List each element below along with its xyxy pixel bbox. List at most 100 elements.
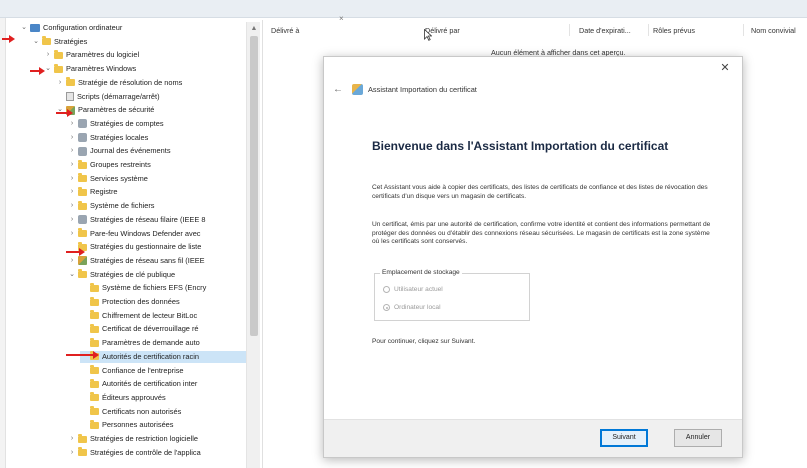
tree-item[interactable]: › Stratégies de restriction logicielle	[68, 433, 198, 445]
tree-item[interactable]: Scripts (démarrage/arrêt)	[56, 91, 160, 103]
chevron-down-icon[interactable]: ⌄	[56, 104, 64, 116]
tree-item[interactable]: Chiffrement de lecteur BitLoc	[80, 310, 197, 322]
back-arrow-icon[interactable]: ←	[333, 84, 343, 95]
tree-item[interactable]: › Services système	[68, 173, 148, 185]
tree-item[interactable]: ⌄ Paramètres Windows	[44, 63, 136, 75]
tree-item[interactable]: Personnes autorisées	[80, 419, 174, 431]
close-icon[interactable]: ✕	[718, 61, 732, 75]
tree-item-label: Stratégies de clé publique	[90, 269, 176, 279]
column-separator[interactable]	[743, 24, 744, 36]
chevron-down-icon[interactable]: ⌄	[44, 63, 52, 75]
column-header-friendly-name[interactable]: Nom convivial	[751, 26, 796, 35]
column-header-issued-to[interactable]: Délivré à	[271, 26, 299, 35]
tree-item[interactable]: Système de fichiers EFS (Encry	[80, 282, 206, 294]
tree-item[interactable]: ⌄ Stratégies	[32, 36, 87, 48]
tree-item[interactable]: Paramètres de demande auto	[80, 337, 200, 349]
tree-item-label: Autorités de certification racin	[102, 351, 199, 361]
radio-button[interactable]	[383, 286, 390, 293]
column-separator[interactable]	[569, 24, 570, 36]
tree-item[interactable]: › Stratégies locales	[68, 132, 148, 144]
radio-current-user[interactable]: Utilisateur actuel	[383, 286, 443, 293]
chevron-right-icon[interactable]: ›	[68, 200, 76, 212]
left-edge-bar	[0, 18, 6, 468]
tree-item[interactable]: › Stratégie de résolution de noms	[56, 77, 182, 89]
radio-label: Utilisateur actuel	[394, 286, 443, 293]
tree-item[interactable]: › Stratégies de comptes	[68, 118, 164, 130]
annotation-arrow-root-ca	[66, 351, 99, 359]
chevron-right-icon[interactable]: ›	[44, 49, 52, 61]
chevron-right-icon[interactable]: ›	[68, 433, 76, 445]
tree-item[interactable]: › Groupes restreints	[68, 159, 151, 171]
next-button[interactable]: Suivant	[600, 429, 648, 447]
tree-item[interactable]: Certificat de déverrouillage ré	[80, 323, 199, 335]
chevron-down-icon[interactable]: ⌄	[20, 22, 28, 34]
chevron-down-icon[interactable]: ⌄	[32, 36, 40, 48]
console-tree[interactable]: ⌄ Configuration ordinateur ⌄ Stratégies › Par…	[18, 20, 262, 468]
tree-item-label: Stratégies du gestionnaire de liste	[90, 242, 202, 252]
tree-item-label: Certificats non autorisés	[102, 406, 182, 416]
tree-item-label: Paramètres de demande auto	[102, 338, 200, 348]
chevron-right-icon[interactable]: ›	[68, 118, 76, 130]
folder-icon	[90, 365, 99, 374]
tree-item-label: Groupes restreints	[90, 160, 151, 169]
radio-local-machine[interactable]: Ordinateur local	[383, 304, 441, 311]
tree-item[interactable]: Autorités de certification racin	[80, 350, 252, 363]
chevron-right-icon[interactable]: ›	[56, 77, 64, 89]
chevron-right-icon[interactable]: ›	[68, 447, 76, 459]
chevron-down-icon[interactable]: ⌄	[68, 269, 76, 281]
folder-icon	[78, 200, 87, 210]
tree-item[interactable]: › Stratégies de réseau filaire (IEEE 8	[68, 214, 205, 226]
tree-item[interactable]: › Système de fichiers	[68, 200, 155, 212]
tree-item[interactable]: › Paramètres du logiciel	[44, 49, 139, 61]
folder-icon	[90, 337, 99, 347]
tree-item[interactable]: › Stratégies de contrôle de l'applica	[68, 447, 201, 459]
gear-icon	[78, 215, 87, 225]
policy-icon	[78, 256, 87, 266]
cancel-button[interactable]: Annuler	[674, 429, 722, 447]
tree-scrollbar[interactable]: ▲	[246, 22, 260, 468]
tree-item[interactable]: Confiance de l'entreprise	[80, 365, 184, 377]
chevron-right-icon[interactable]: ›	[68, 159, 76, 171]
chevron-right-icon[interactable]: ›	[68, 255, 76, 267]
folder-icon	[90, 378, 99, 388]
continue-instruction: Pour continuer, cliquez sur Suivant.	[372, 338, 476, 345]
scroll-up-icon[interactable]: ▲	[249, 24, 259, 34]
tree-item[interactable]: Protection des données	[80, 296, 180, 308]
window-top-strip	[0, 0, 807, 18]
folder-icon	[54, 49, 63, 59]
gear-icon	[78, 133, 87, 143]
wizard-heading: Bienvenue dans l'Assistant Importation d…	[372, 139, 669, 153]
tree-item[interactable]: Éditeurs approuvés	[80, 392, 166, 404]
chevron-right-icon[interactable]: ›	[68, 173, 76, 185]
annotation-arrow-public-key	[66, 248, 85, 256]
tree-item[interactable]: › Pare-feu Windows Defender avec	[68, 228, 201, 240]
tree-item[interactable]: › Stratégies de réseau sans fil (IEEE	[68, 255, 205, 267]
folder-icon	[90, 310, 99, 320]
chevron-right-icon[interactable]: ›	[68, 145, 76, 157]
wizard-description: Cet Assistant vous aide à copier des cer…	[372, 184, 708, 200]
annotation-arrow-security-settings	[56, 109, 73, 117]
radio-button-selected[interactable]	[383, 304, 390, 311]
tree-item[interactable]: Stratégies du gestionnaire de liste	[68, 241, 201, 253]
tree-item-label: Paramètres Windows	[66, 64, 137, 74]
folder-icon	[78, 228, 87, 237]
column-header-expiration[interactable]: Date d'expirati...	[579, 26, 631, 35]
tree-item-label: Stratégies locales	[90, 132, 149, 142]
chevron-right-icon[interactable]: ›	[68, 186, 76, 198]
tree-item[interactable]: ⌄ Configuration ordinateur	[20, 22, 122, 34]
chevron-right-icon[interactable]: ›	[68, 214, 76, 226]
tree-item[interactable]: › Journal des événements	[68, 145, 171, 157]
tree-item[interactable]: Certificats non autorisés	[80, 406, 181, 418]
scrollbar-thumb[interactable]	[250, 36, 258, 336]
storage-location-legend: Emplacement de stockage	[380, 269, 462, 276]
chevron-right-icon[interactable]: ›	[68, 132, 76, 144]
column-separator[interactable]	[648, 24, 649, 36]
tree-item[interactable]: › Registre	[68, 186, 118, 198]
tree-item[interactable]: Autorités de certification inter	[80, 378, 197, 390]
annotation-arrow-strategies	[2, 35, 15, 43]
tree-item[interactable]: ⌄ Stratégies de clé publique	[68, 269, 175, 281]
certificate-import-wizard-dialog: ✕ ← Assistant Importation du certificat …	[323, 56, 743, 458]
column-header-roles[interactable]: Rôles prévus	[653, 26, 695, 35]
chevron-right-icon[interactable]: ›	[68, 228, 76, 240]
folder-icon	[90, 419, 99, 429]
